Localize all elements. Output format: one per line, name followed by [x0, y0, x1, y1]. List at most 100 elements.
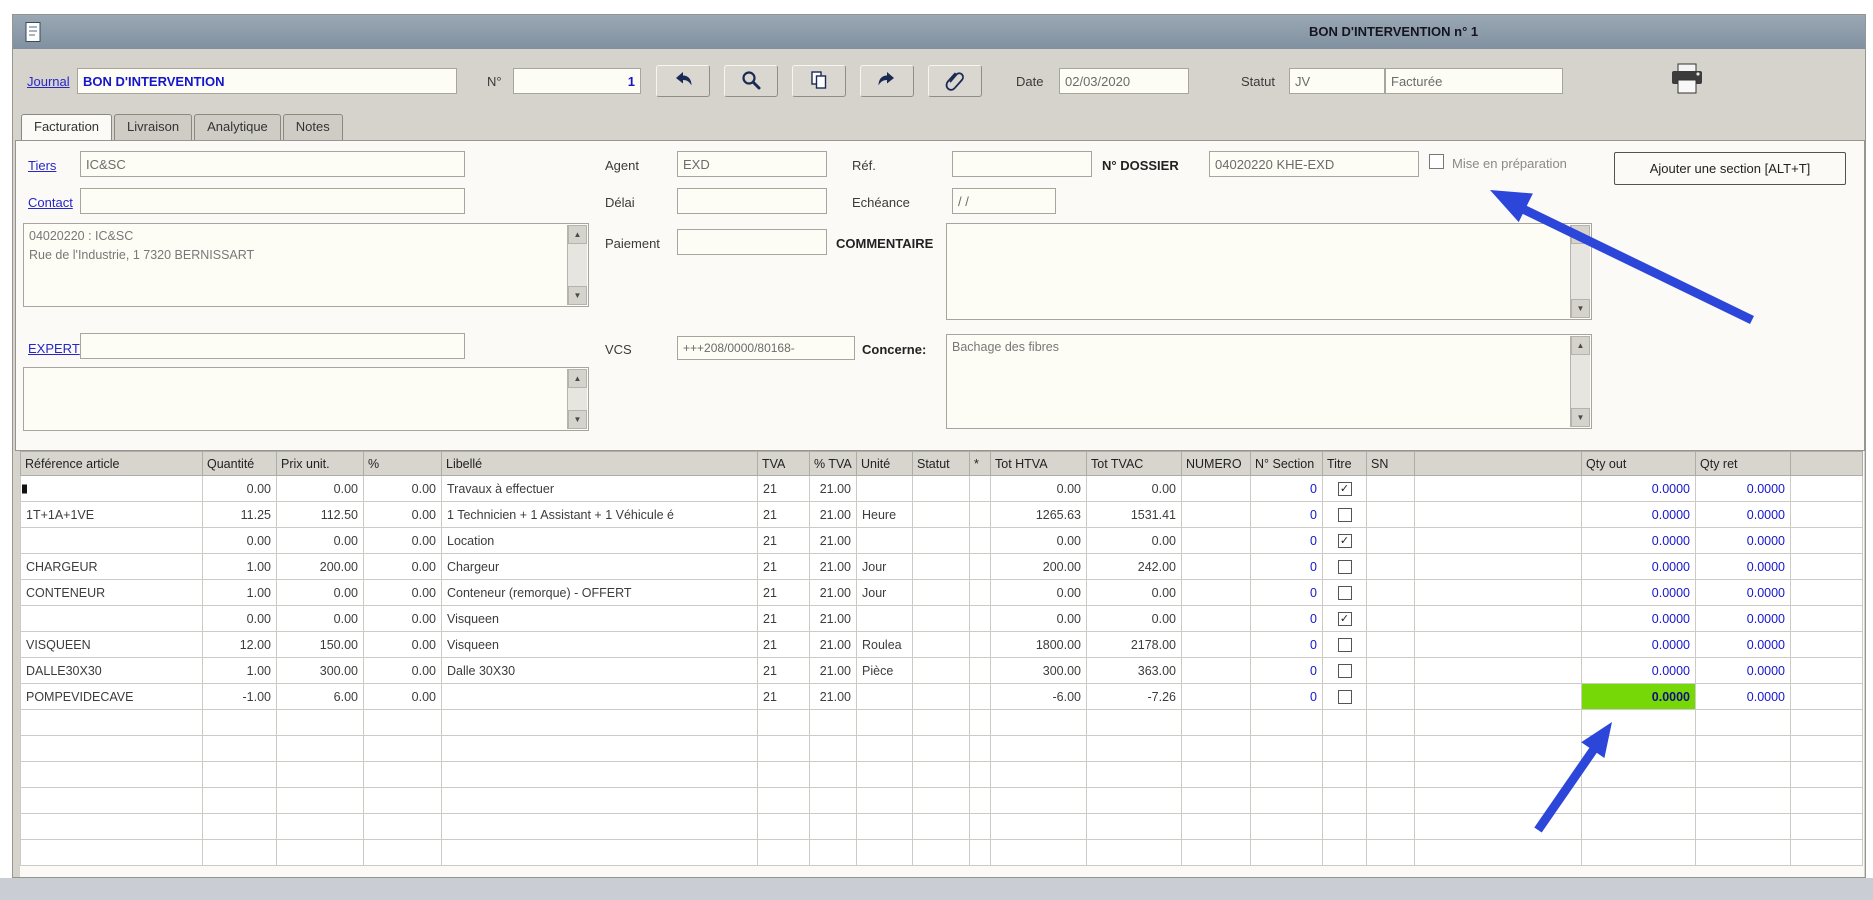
- cell-star[interactable]: [970, 684, 991, 710]
- cell-empty[interactable]: [1696, 710, 1791, 736]
- expert-input[interactable]: [80, 333, 465, 359]
- cell-empty[interactable]: [1251, 840, 1323, 866]
- cell-empty[interactable]: [442, 736, 758, 762]
- cell-empty[interactable]: [203, 762, 277, 788]
- cell-empty[interactable]: [442, 788, 758, 814]
- cell-gap1[interactable]: [1415, 632, 1582, 658]
- cell-qtyret[interactable]: 0.0000: [1696, 554, 1791, 580]
- column-header-quantit-[interactable]: Quantité: [203, 452, 277, 476]
- cell-tva[interactable]: 21: [758, 632, 810, 658]
- cell-empty[interactable]: [277, 788, 364, 814]
- cell-ref[interactable]: CONTENEUR: [21, 580, 203, 606]
- column-header-qty-out[interactable]: Qty out: [1582, 452, 1696, 476]
- cell-gap2[interactable]: [1791, 684, 1863, 710]
- cell-statut[interactable]: [913, 502, 970, 528]
- cell-unite[interactable]: Roulea: [857, 632, 913, 658]
- cell-prix[interactable]: 0.00: [277, 606, 364, 632]
- tiers-link[interactable]: Tiers: [28, 158, 56, 173]
- cell-tva[interactable]: 21: [758, 658, 810, 684]
- cell-htva[interactable]: 1265.63: [991, 502, 1087, 528]
- cell-empty[interactable]: [442, 840, 758, 866]
- cell-empty[interactable]: [1251, 762, 1323, 788]
- tab-facturation[interactable]: Facturation: [21, 114, 112, 140]
- cell-prix[interactable]: 200.00: [277, 554, 364, 580]
- cell-ptva[interactable]: 21.00: [810, 684, 857, 710]
- cell-gap1[interactable]: [1415, 554, 1582, 580]
- cell-lib[interactable]: [442, 684, 758, 710]
- cell-empty[interactable]: [1791, 788, 1863, 814]
- cell-empty[interactable]: [810, 814, 857, 840]
- statut-text-input[interactable]: [1385, 68, 1563, 94]
- cell-lib[interactable]: Visqueen: [442, 606, 758, 632]
- cell-sn[interactable]: [1367, 476, 1415, 502]
- journal-link[interactable]: Journal: [27, 74, 70, 89]
- vcs-input[interactable]: [677, 336, 855, 360]
- column-header-blank-16[interactable]: [1415, 452, 1582, 476]
- cell-empty[interactable]: [1367, 762, 1415, 788]
- echeance-input[interactable]: [952, 188, 1056, 214]
- cell-empty[interactable]: [913, 762, 970, 788]
- cell-empty[interactable]: [810, 762, 857, 788]
- cell-tvac[interactable]: 0.00: [1087, 606, 1182, 632]
- cell-gap1[interactable]: [1415, 606, 1582, 632]
- cell-qty[interactable]: 11.25: [203, 502, 277, 528]
- cell-empty[interactable]: [1367, 840, 1415, 866]
- cell-empty[interactable]: [991, 762, 1087, 788]
- cell-star[interactable]: [970, 632, 991, 658]
- cell-empty[interactable]: [913, 814, 970, 840]
- cell-gap1[interactable]: [1415, 684, 1582, 710]
- cell-statut[interactable]: [913, 580, 970, 606]
- cell-empty[interactable]: [1087, 762, 1182, 788]
- cell-qtyout[interactable]: 0.0000: [1582, 528, 1696, 554]
- concerne-box[interactable]: Bachage des fibres ▲ ▼: [946, 334, 1592, 429]
- printer-icon[interactable]: [1669, 63, 1705, 100]
- titre-checkbox[interactable]: [1338, 508, 1352, 522]
- cell-gap2[interactable]: [1791, 632, 1863, 658]
- expert-box[interactable]: ▲ ▼: [23, 367, 589, 431]
- cell-section[interactable]: 0: [1251, 580, 1323, 606]
- statut-code-input[interactable]: [1289, 68, 1385, 94]
- cell-htva[interactable]: 0.00: [991, 476, 1087, 502]
- cell-gap2[interactable]: [1791, 476, 1863, 502]
- cell-htva[interactable]: 0.00: [991, 528, 1087, 554]
- cell-empty[interactable]: [364, 736, 442, 762]
- cell-qtyout[interactable]: 0.0000: [1582, 502, 1696, 528]
- titre-checkbox[interactable]: [1338, 638, 1352, 652]
- cell-statut[interactable]: [913, 528, 970, 554]
- cell-ref[interactable]: CHARGEUR: [21, 554, 203, 580]
- cell-sn[interactable]: [1367, 684, 1415, 710]
- cell-empty[interactable]: [364, 788, 442, 814]
- cell-tvac[interactable]: 363.00: [1087, 658, 1182, 684]
- cell-empty[interactable]: [1696, 840, 1791, 866]
- cell-empty[interactable]: [21, 788, 203, 814]
- column-header-tot-tvac[interactable]: Tot TVAC: [1087, 452, 1182, 476]
- commentaire-box[interactable]: ▲ ▼: [946, 223, 1592, 320]
- cell-section[interactable]: 0: [1251, 658, 1323, 684]
- tab-analytique[interactable]: Analytique: [194, 114, 281, 140]
- cell-prix[interactable]: 112.50: [277, 502, 364, 528]
- cell-ptva[interactable]: 21.00: [810, 658, 857, 684]
- ref-input[interactable]: [952, 151, 1092, 177]
- cell-empty[interactable]: [1251, 814, 1323, 840]
- cell-qtyret[interactable]: 0.0000: [1696, 580, 1791, 606]
- cell-empty[interactable]: [1182, 814, 1251, 840]
- cell-prix[interactable]: 6.00: [277, 684, 364, 710]
- cell-gap2[interactable]: [1791, 580, 1863, 606]
- cell-empty[interactable]: [1791, 814, 1863, 840]
- cell-empty[interactable]: [970, 840, 991, 866]
- cell-empty[interactable]: [758, 762, 810, 788]
- cell-titre[interactable]: [1323, 684, 1367, 710]
- cell-qtyret[interactable]: 0.0000: [1696, 528, 1791, 554]
- cell-tva[interactable]: 21: [758, 476, 810, 502]
- cell-tvac[interactable]: 0.00: [1087, 580, 1182, 606]
- cell-htva[interactable]: 200.00: [991, 554, 1087, 580]
- cell-section[interactable]: 0: [1251, 476, 1323, 502]
- titre-checkbox[interactable]: [1338, 560, 1352, 574]
- cell-star[interactable]: [970, 580, 991, 606]
- cell-unite[interactable]: [857, 476, 913, 502]
- cell-qty[interactable]: 12.00: [203, 632, 277, 658]
- cell-titre[interactable]: ✓: [1323, 606, 1367, 632]
- cell-statut[interactable]: [913, 658, 970, 684]
- cell-empty[interactable]: [758, 710, 810, 736]
- cell-qty[interactable]: 1.00: [203, 554, 277, 580]
